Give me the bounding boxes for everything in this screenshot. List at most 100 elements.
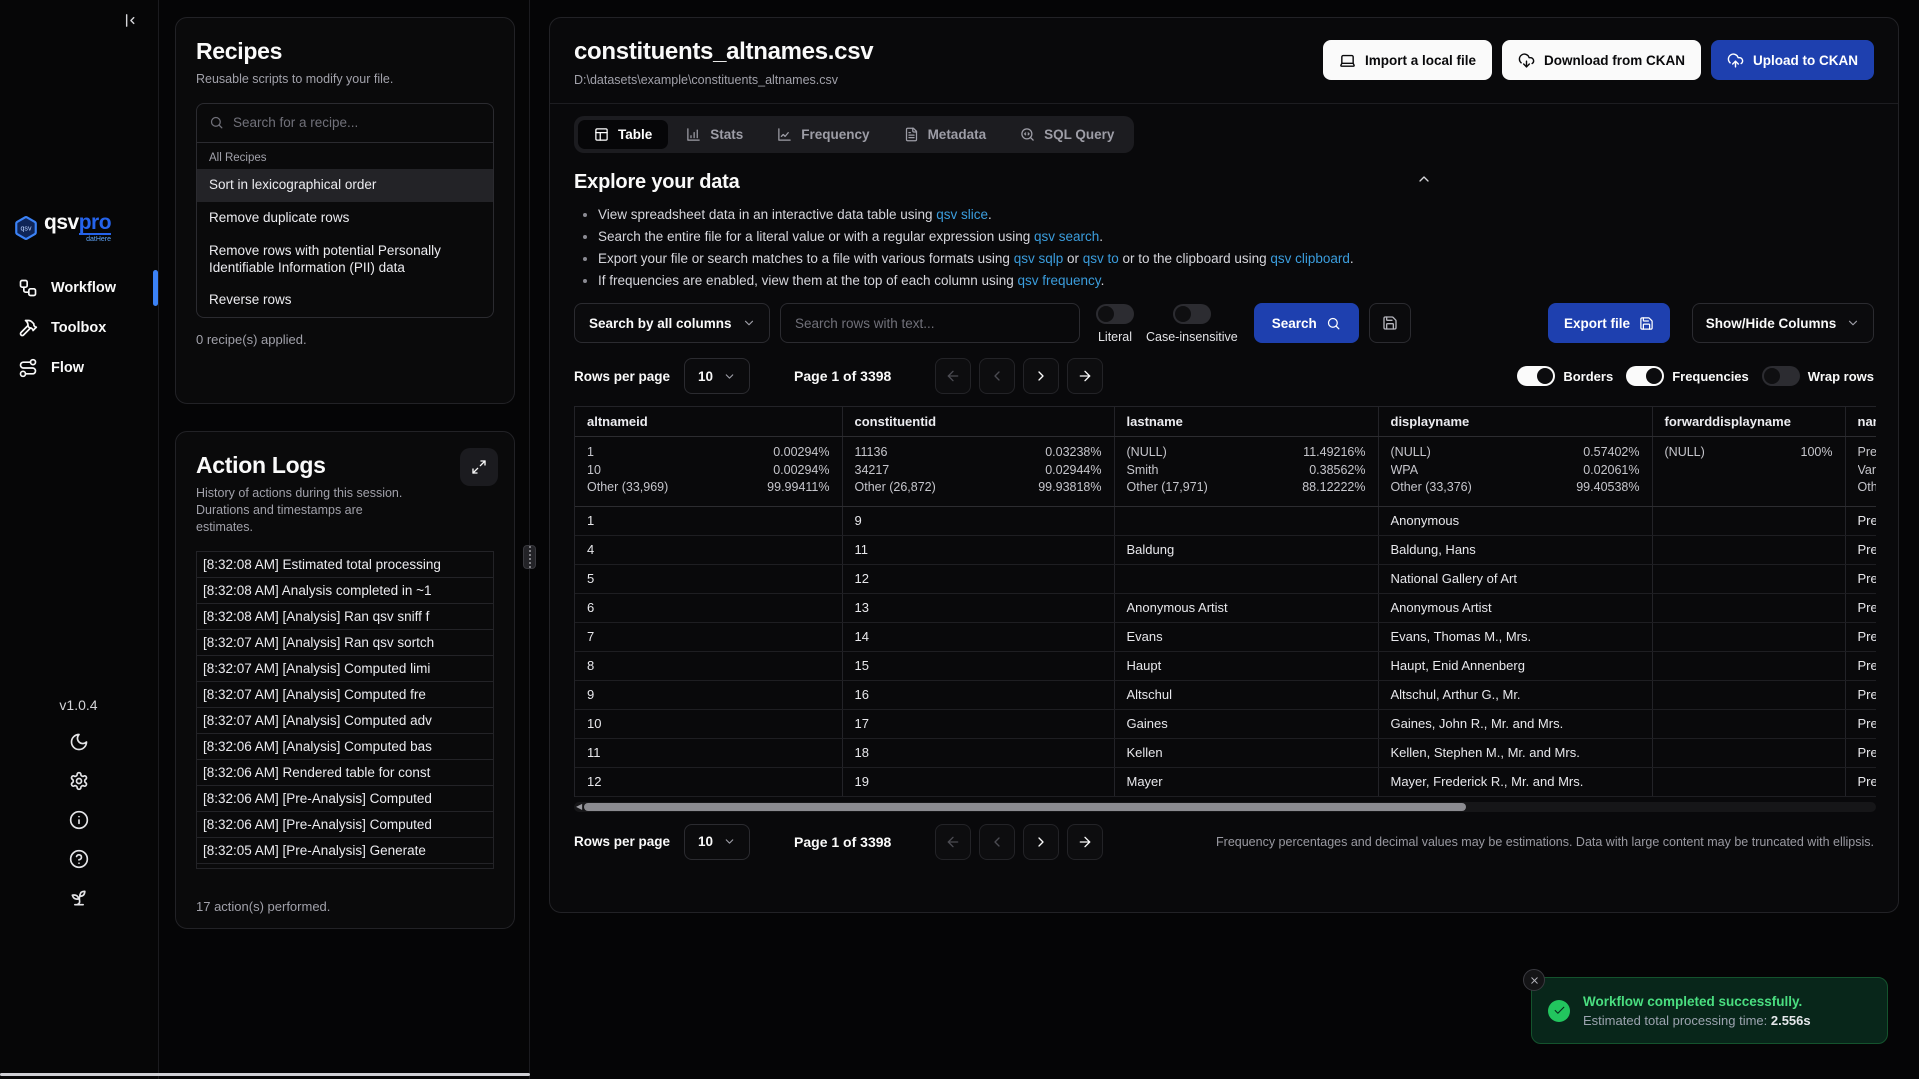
- sidebar-item-toolbox[interactable]: Toolbox: [0, 308, 158, 348]
- prev-page-button[interactable]: [979, 358, 1015, 394]
- table-horizontal-scrollbar[interactable]: ◀: [574, 802, 1876, 812]
- recipe-item[interactable]: Sort in lexicographical order: [197, 169, 493, 202]
- expand-logs-button[interactable]: [460, 448, 498, 486]
- doc-link[interactable]: qsv search: [1034, 229, 1099, 244]
- table-cell: [1652, 767, 1845, 796]
- prev-page-button[interactable]: [979, 824, 1015, 860]
- column-header-displayname: displayname: [1378, 407, 1652, 437]
- table-cell: Mayer: [1114, 767, 1378, 796]
- column-header-constituentid: constituentid: [842, 407, 1114, 437]
- tab-sql-query[interactable]: SQL Query: [1004, 120, 1130, 149]
- collapse-sidebar-icon[interactable]: [121, 12, 138, 29]
- download-from-ckan-button[interactable]: Download from CKAN: [1502, 40, 1701, 80]
- import-local-file-button[interactable]: Import a local file: [1323, 40, 1492, 80]
- panel-resize-handle[interactable]: [523, 545, 536, 569]
- toggle-literal[interactable]: [1096, 304, 1134, 324]
- recipe-item[interactable]: Remove duplicate rows: [197, 202, 493, 235]
- switch-knob: [1175, 306, 1191, 322]
- table-cell: Pre: [1845, 593, 1876, 622]
- help-icon[interactable]: [69, 849, 89, 869]
- horizontal-scrollbar-left[interactable]: [0, 1073, 530, 1076]
- view-toggle-frequencies: Frequencies: [1626, 366, 1749, 386]
- last-page-button[interactable]: [1067, 358, 1103, 394]
- log-entry: [8:32:06 AM] [Pre-Analysis] Computed: [197, 786, 493, 812]
- tab-stats[interactable]: Stats: [670, 120, 759, 149]
- laptop-icon: [1339, 52, 1356, 69]
- frequency-label: Smith: [1127, 462, 1159, 480]
- table-row: 512National Gallery of ArtPre: [575, 564, 1876, 593]
- frequency-line: (NULL)11.49216%: [1127, 444, 1366, 462]
- table-row: 815HauptHaupt, Enid AnnenbergPre: [575, 651, 1876, 680]
- frequency-percent: 99.93818%: [1038, 479, 1101, 497]
- tab-label: Frequency: [801, 127, 869, 142]
- rows-per-page-select[interactable]: 10: [684, 358, 750, 394]
- table-cell: [1652, 622, 1845, 651]
- table-cell: [1652, 680, 1845, 709]
- moon-icon[interactable]: [69, 732, 89, 752]
- tab-frequency[interactable]: Frequency: [761, 120, 885, 149]
- doc-link[interactable]: qsv frequency: [1018, 273, 1101, 288]
- sprout-icon[interactable]: [69, 888, 89, 908]
- table-cell: [1652, 506, 1845, 535]
- save-icon: [1639, 316, 1654, 331]
- next-page-button[interactable]: [1023, 358, 1059, 394]
- first-page-button[interactable]: [935, 358, 971, 394]
- log-entry: [8:32:08 AM] Analysis completed in ~1: [197, 578, 493, 604]
- rows-per-page-select[interactable]: 10: [684, 824, 750, 860]
- recipe-item[interactable]: Reverse rows: [197, 284, 493, 317]
- recipe-item[interactable]: Remove rows with potential Personally Id…: [197, 235, 493, 285]
- search-icon: [209, 115, 224, 130]
- settings-icon[interactable]: [69, 771, 89, 791]
- toggle-case-insensitive[interactable]: [1173, 304, 1211, 324]
- table-cell: [1652, 651, 1845, 680]
- first-page-button[interactable]: [935, 824, 971, 860]
- info-icon[interactable]: [69, 810, 89, 830]
- active-indicator: [153, 270, 158, 306]
- toggle-label: Case-insensitive: [1146, 330, 1238, 344]
- table-cell: [1652, 738, 1845, 767]
- search-button[interactable]: Search: [1254, 303, 1359, 343]
- doc-link[interactable]: qsv slice: [936, 207, 988, 222]
- save-search-button[interactable]: [1369, 303, 1411, 343]
- frequency-percent: 0.00294%: [773, 462, 829, 480]
- doc-link[interactable]: qsv clipboard: [1270, 251, 1350, 266]
- scrollbar-thumb[interactable]: [584, 803, 1466, 811]
- sidebar-item-flow[interactable]: Flow: [0, 348, 158, 388]
- frequency-label: Other (17,971): [1127, 479, 1208, 497]
- toggle-borders[interactable]: [1517, 366, 1555, 386]
- frequency-line: Other (26,872)99.93818%: [855, 479, 1102, 497]
- toggle-frequencies[interactable]: [1626, 366, 1664, 386]
- explore-title: Explore your data: [574, 171, 1874, 194]
- log-entry: [8:32:07 AM] [Analysis] Computed adv: [197, 708, 493, 734]
- upload-to-ckan-button[interactable]: Upload to CKAN: [1711, 40, 1874, 80]
- app-logo: qsv qsv pro datHere: [13, 212, 111, 243]
- tab-table[interactable]: Table: [578, 120, 668, 149]
- pager-buttons: [935, 824, 1103, 860]
- table-cell: Pre: [1845, 651, 1876, 680]
- column-header-nan: nan: [1845, 407, 1876, 437]
- collapse-explore-icon[interactable]: [1416, 171, 1432, 187]
- table-cell: 4: [575, 535, 842, 564]
- toast-close-button[interactable]: [1523, 969, 1545, 991]
- tab-label: SQL Query: [1044, 127, 1114, 142]
- export-file-button[interactable]: Export file: [1548, 303, 1670, 343]
- log-entry: [8:32:08 AM] [Analysis] Ran qsv sniff f: [197, 604, 493, 630]
- frequency-percent: 100%: [1801, 444, 1833, 462]
- next-page-button[interactable]: [1023, 824, 1059, 860]
- file-header: constituents_altnames.csv D:\datasets\ex…: [550, 18, 1898, 104]
- search-column-select[interactable]: Search by all columns: [574, 303, 770, 343]
- recipe-group-label: All Recipes: [197, 143, 493, 169]
- last-page-button[interactable]: [1067, 824, 1103, 860]
- search-rows-input[interactable]: [780, 303, 1080, 343]
- toggle-wrap-rows[interactable]: [1762, 366, 1800, 386]
- tab-metadata[interactable]: Metadata: [888, 120, 1003, 149]
- recipe-search-input[interactable]: [233, 115, 481, 130]
- scroll-left-arrow-icon[interactable]: ◀: [576, 802, 582, 812]
- tab-label: Table: [618, 127, 652, 142]
- sidebar-item-workflow[interactable]: Workflow: [0, 268, 158, 308]
- table-cell: 8: [575, 651, 842, 680]
- show-hide-columns-select[interactable]: Show/Hide Columns: [1692, 303, 1874, 343]
- doc-link[interactable]: qsv to: [1083, 251, 1119, 266]
- doc-link[interactable]: qsv sqlp: [1014, 251, 1064, 266]
- table-cell: 9: [842, 506, 1114, 535]
